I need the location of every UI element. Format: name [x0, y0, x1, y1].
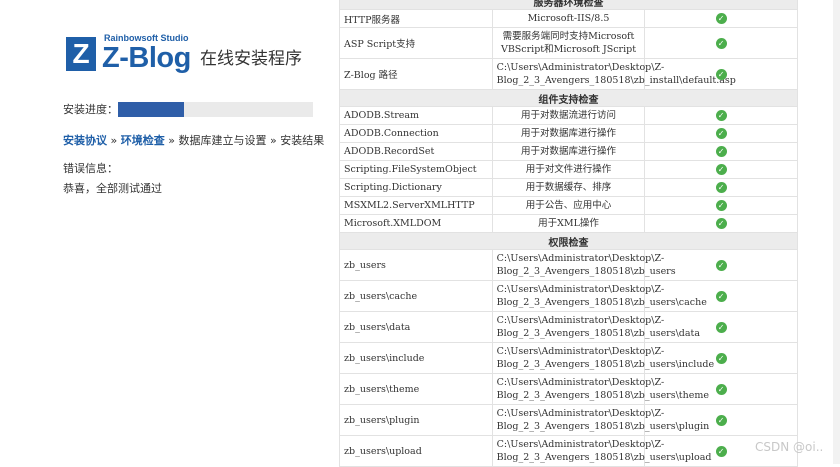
check-desc: C:\Users\Administrator\Desktop\Z-Blog_2_… — [491, 342, 714, 374]
check-desc: C:\Users\Administrator\Desktop\Z-Blog_2_… — [491, 280, 707, 312]
check-desc: C:\Users\Administrator\Desktop\Z-Blog_2_… — [491, 373, 709, 405]
check-name: Z-Blog 路径 — [339, 58, 493, 90]
environment-check-table: 服务器环境检查 HTTP服务器 Microsoft-IIS/8.5 ✓ ASP … — [339, 0, 798, 467]
section-title: 服务器环境检查 — [339, 0, 798, 10]
check-circle-icon: ✓ — [715, 352, 727, 364]
check-circle-icon: ✓ — [715, 414, 727, 426]
check-name: HTTP服务器 — [339, 9, 493, 28]
logo-z-mark: Z — [66, 37, 96, 71]
check-desc: 用于对数据流进行访问 — [491, 106, 646, 125]
check-desc: 用于对数据库进行操作 — [491, 124, 646, 143]
logo-name-text: Z-Blog — [102, 42, 191, 74]
section-title: 组件支持检查 — [339, 89, 798, 107]
check-name: zb_users\theme — [339, 373, 493, 405]
section-header: 组件支持检查 — [339, 89, 798, 107]
step-result: 安装结果 — [280, 134, 325, 147]
check-name: zb_users\cache — [339, 280, 493, 312]
check-name: zb_users\upload — [339, 435, 493, 467]
table-row: Z-Blog 路径 C:\Users\Administrator\Desktop… — [339, 58, 798, 90]
check-desc: C:\Users\Administrator\Desktop\Z-Blog_2_… — [491, 58, 736, 90]
table-row: Scripting.Dictionary 用于数据缓存、排序 ✓ — [339, 178, 798, 197]
step-agreement: 安装协议 — [63, 134, 107, 147]
check-desc: 用于XML操作 — [491, 214, 646, 233]
check-name: Scripting.Dictionary — [339, 178, 493, 197]
check-desc: Microsoft-IIS/8.5 — [491, 9, 646, 28]
logo-subtitle: 在线安装程序 — [200, 49, 302, 69]
check-name: ADODB.Connection — [339, 124, 493, 143]
check-name: ADODB.RecordSet — [339, 142, 493, 161]
check-name: MSXML2.ServerXMLHTTP — [339, 196, 493, 215]
check-name: Scripting.FileSystemObject — [339, 160, 493, 179]
check-circle-icon: ✓ — [715, 146, 727, 157]
check-circle-icon: ✓ — [715, 128, 727, 139]
table-row: ADODB.RecordSet 用于对数据库进行操作 ✓ — [339, 142, 798, 161]
check-desc: C:\Users\Administrator\Desktop\Z-Blog_2_… — [491, 311, 700, 343]
table-row: zb_users\plugin C:\Users\Administrator\D… — [339, 404, 798, 436]
check-name: zb_users\plugin — [339, 404, 493, 436]
table-row: ADODB.Stream 用于对数据流进行访问 ✓ — [339, 106, 798, 125]
section-title: 权限检查 — [339, 232, 798, 250]
progress-fill — [118, 102, 185, 117]
check-circle-icon: ✓ — [715, 321, 727, 333]
table-row: HTTP服务器 Microsoft-IIS/8.5 ✓ — [339, 9, 798, 28]
check-circle-icon: ✓ — [715, 110, 727, 121]
install-progress: 安装进度： — [63, 102, 315, 118]
table-row: MSXML2.ServerXMLHTTP 用于公告、应用中心 ✓ — [339, 196, 798, 215]
table-row: ADODB.Connection 用于对数据库进行操作 ✓ — [339, 124, 798, 143]
check-circle-icon: ✓ — [715, 259, 727, 271]
step-separator: » — [107, 134, 121, 147]
check-desc: 用于对文件进行操作 — [491, 160, 646, 179]
check-circle-icon: ✓ — [715, 68, 727, 80]
step-separator: » — [164, 134, 179, 147]
section-header: 服务器环境检查 — [339, 0, 798, 10]
install-steps-breadcrumb: 安装协议 » 环境检查 » 数据库建立与设置 » 安装结果 — [63, 133, 324, 149]
check-desc: 用于公告、应用中心 — [491, 196, 646, 215]
check-circle-icon: ✓ — [715, 383, 727, 395]
check-desc: 用于对数据库进行操作 — [491, 142, 646, 161]
table-row: zb_users\include C:\Users\Administrator\… — [339, 342, 798, 374]
check-circle-icon: ✓ — [715, 182, 727, 193]
table-row: zb_users\cache C:\Users\Administrator\De… — [339, 280, 798, 312]
step-environment-check: 环境检查 — [120, 134, 165, 147]
table-row: Scripting.FileSystemObject 用于对文件进行操作 ✓ — [339, 160, 798, 179]
check-circle-icon: ✓ — [715, 164, 727, 175]
zblog-logo: Z Rainbowsoft Studio Z-Blog 在线安装程序 — [66, 33, 326, 75]
error-label: 错误信息： — [63, 162, 118, 175]
check-circle-icon: ✓ — [715, 218, 727, 229]
check-name: zb_users — [339, 249, 493, 281]
check-circle-icon: ✓ — [715, 200, 727, 211]
check-name: Microsoft.XMLDOM — [339, 214, 493, 233]
watermark-text: CSDN @oi.. — [755, 440, 824, 454]
table-row: Microsoft.XMLDOM 用于XML操作 ✓ — [339, 214, 798, 233]
check-desc: 需要服务端同时支持Microsoft VBScript和Microsoft JS… — [491, 27, 646, 59]
check-name: ADODB.Stream — [339, 106, 493, 125]
check-circle-icon: ✓ — [715, 445, 727, 457]
check-name: zb_users\include — [339, 342, 493, 374]
table-row: zb_users\data C:\Users\Administrator\Des… — [339, 311, 798, 343]
check-circle-icon: ✓ — [715, 290, 727, 302]
table-row: ASP Script支持 需要服务端同时支持Microsoft VBScript… — [339, 27, 798, 59]
check-name: ASP Script支持 — [339, 27, 493, 59]
install-sidebar: Z Rainbowsoft Studio Z-Blog 在线安装程序 安装进度：… — [0, 0, 335, 464]
environment-check-table-wrap: 服务器环境检查 HTTP服务器 Microsoft-IIS/8.5 ✓ ASP … — [339, 0, 799, 467]
table-row: zb_users\theme C:\Users\Administrator\De… — [339, 373, 798, 405]
step-separator: » — [266, 134, 281, 147]
check-desc: 用于数据缓存、排序 — [491, 178, 646, 197]
check-circle-icon: ✓ — [715, 13, 727, 24]
check-circle-icon: ✓ — [715, 37, 727, 49]
progress-track — [118, 102, 313, 117]
check-name: zb_users\data — [339, 311, 493, 343]
table-row: zb_users\upload C:\Users\Administrator\D… — [339, 435, 798, 467]
check-desc: C:\Users\Administrator\Desktop\Z-Blog_2_… — [491, 249, 676, 281]
error-message: 恭喜，全部测试通过 — [63, 182, 162, 195]
page-scrollbar[interactable] — [833, 0, 840, 464]
table-row: zb_users C:\Users\Administrator\Desktop\… — [339, 249, 798, 281]
check-desc: C:\Users\Administrator\Desktop\Z-Blog_2_… — [491, 435, 712, 467]
progress-label: 安装进度： — [63, 103, 118, 116]
check-desc: C:\Users\Administrator\Desktop\Z-Blog_2_… — [491, 404, 709, 436]
step-database-setup: 数据库建立与设置 — [178, 134, 267, 147]
section-header: 权限检查 — [339, 232, 798, 250]
